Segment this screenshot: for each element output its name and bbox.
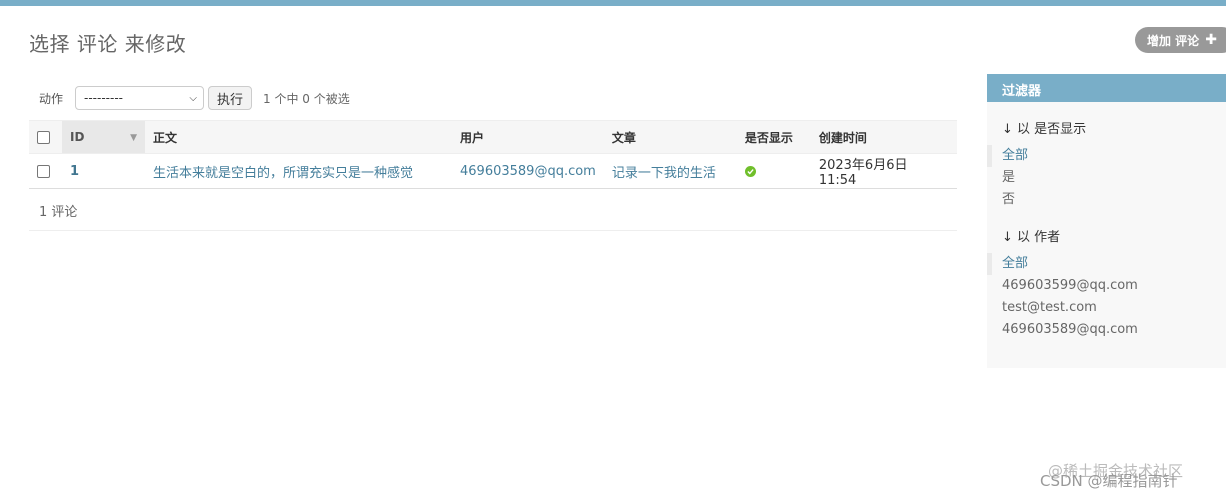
row-select-cell [29,153,62,189]
row-checkbox[interactable] [37,164,50,178]
add-comment-button[interactable]: 增加 评论 ✚ [1135,27,1226,53]
column-header-user[interactable]: 用户 [452,120,604,154]
user-cell: 469603589@qq.com [452,153,604,189]
table-row: 1 生活本来就是空白的，所谓充实只是一种感觉 469603589@qq.com … [29,153,957,189]
actions-bar: 动作 --------- ⌵ 执行 1 个中 0 个被选 [29,83,350,113]
add-comment-label: 增加 评论 [1147,33,1200,48]
chevron-down-icon: ⌵ [189,92,198,104]
filter-title-is-displayed: ↓ 以 是否显示 [1002,122,1087,137]
filter-item-author[interactable]: 469603589@qq.com [1002,319,1226,341]
article-link[interactable]: 记录一下我的生活 [612,166,716,181]
filter-item-yes[interactable]: 是 [1002,167,1226,189]
column-header-article[interactable]: 文章 [603,120,737,154]
body-cell: 生活本来就是空白的，所谓充实只是一种感觉 [145,153,452,189]
filter-item-no[interactable]: 否 [1002,189,1226,211]
filter-panel: 过滤器 ↓ 以 是否显示 全部 是 否 ↓ 以 作者 全部 469603599@… [987,74,1226,368]
filter-item-all[interactable]: 全部 [987,145,1226,167]
plus-icon: ✚ [1205,32,1217,48]
selection-counter: 1 个中 0 个被选 [263,91,350,106]
filter-item-all[interactable]: 全部 [987,253,1226,275]
page-title: 选择 评论 来修改 [29,32,187,56]
column-header-is-displayed[interactable]: 是否显示 [736,120,811,154]
column-header-id[interactable]: ID ▼ [62,120,145,154]
filter-list-is-displayed: 全部 是 否 [987,145,1226,211]
action-select[interactable]: --------- ⌵ [75,86,205,110]
table-header-row: ID ▼ 正文 用户 文章 是否显示 创建时间 [29,120,957,154]
column-header-body[interactable]: 正文 [145,120,452,154]
id-link[interactable]: 1 [70,164,79,179]
user-link[interactable]: 469603589@qq.com [460,164,596,179]
header-strip [0,0,1226,6]
filter-item-author[interactable]: test@test.com [1002,297,1226,319]
article-cell: 记录一下我的生活 [603,153,737,189]
filter-title-author: ↓ 以 作者 [1002,230,1061,245]
filter-list-author: 全部 469603599@qq.com test@test.com 469603… [987,253,1226,341]
watermark-csdn: CSDN @编程指南针 [1040,472,1178,490]
id-cell: 1 [62,153,145,189]
created-cell: 2023年6月6日 11:54 [810,153,957,189]
filter-item-author[interactable]: 469603599@qq.com [1002,275,1226,297]
is-displayed-cell [736,153,811,189]
column-header-label: ID [70,130,85,144]
run-action-button[interactable]: 执行 [208,86,253,110]
body-link[interactable]: 生活本来就是空白的，所谓充实只是一种感觉 [153,166,413,181]
column-header-created[interactable]: 创建时间 [810,120,957,154]
select-all-checkbox[interactable] [37,131,50,144]
paginator: 1 评论 [29,187,957,231]
actions-label: 动作 [39,91,64,106]
result-table: ID ▼ 正文 用户 文章 是否显示 创建时间 1 生活本来就是空白的，所谓充实… [29,120,957,189]
action-select-value: --------- [84,91,123,105]
sort-arrow-icon[interactable]: ▼ [130,133,137,143]
select-all-cell [29,120,62,154]
check-circle-icon [744,165,756,177]
filter-header: 过滤器 [987,74,1226,102]
